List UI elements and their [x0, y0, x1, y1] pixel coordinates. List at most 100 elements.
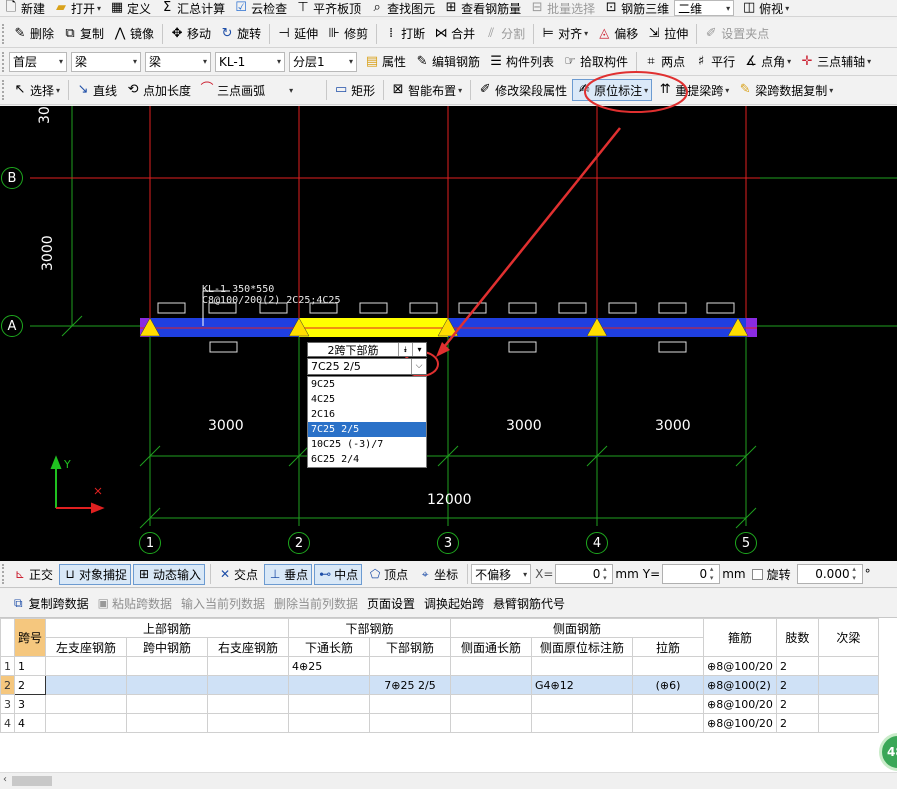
point-angle-button[interactable]: ∡ 点角 ▾ [740, 51, 794, 73]
view-combo[interactable]: 二维 ▾ [674, 0, 735, 16]
label-box[interactable] [558, 302, 587, 314]
align-button[interactable]: ⊨ 对齐 ▾ [537, 23, 591, 45]
member-list-button[interactable]: ☰ 构件列表 [485, 51, 557, 73]
new-button[interactable]: 🗋 新建 [0, 0, 48, 16]
rebar-option[interactable]: 2C16 [308, 407, 426, 422]
label-box[interactable] [359, 302, 388, 314]
spin-icon[interactable]: ▴ ▾ [850, 565, 859, 583]
layer-select[interactable]: 分层1 ▾ [289, 51, 357, 72]
label-box[interactable] [658, 302, 687, 314]
label-box[interactable] [608, 302, 637, 314]
rotate-button[interactable]: ↻ 旋转 [216, 23, 264, 45]
table-row[interactable]: 3 3 ⊕8@100/20 2 [0, 694, 879, 714]
snap-intersect[interactable]: ✕ 交点 [214, 564, 262, 585]
paste-span-data-button[interactable]: 粘贴跨数据 [112, 595, 172, 612]
batch-select-button[interactable]: ⊟ 批量选择 [526, 0, 598, 16]
x-offset-input[interactable]: 0 ▴ ▾ [555, 564, 614, 584]
parallel-button[interactable]: ♯ 平行 [690, 51, 738, 73]
table-row[interactable]: 1 1 4⊕25 ⊕8@100/20 2 [0, 656, 879, 676]
osnap-toggle[interactable]: ⊔ 对象捕捉 [59, 563, 132, 585]
spin-icon[interactable]: ▴ ▾ [600, 565, 609, 583]
copy-span-data-button[interactable]: 复制跨数据 [29, 595, 89, 612]
rebar-option[interactable]: 10C25 (-3)/7 [308, 437, 426, 452]
define-button[interactable]: ▦ 定义 [106, 0, 154, 16]
label-box[interactable] [658, 341, 687, 353]
spin-icon[interactable]: ▴ ▾ [707, 565, 716, 583]
label-box[interactable] [409, 302, 438, 314]
double-chevron-down-icon[interactable]: ⯯ [398, 343, 412, 356]
rebar-value-combo[interactable]: 7C25 2/5 ⌵ [307, 358, 427, 375]
line-button[interactable]: ↘ 直线 [72, 79, 120, 101]
dropdown-arrow-icon[interactable]: ⌵ [411, 359, 426, 374]
type-select[interactable]: 梁 ▾ [145, 51, 211, 72]
label-box[interactable] [209, 341, 238, 353]
rotate-checkbox[interactable] [751, 568, 763, 580]
mirror-button[interactable]: ⋀ 镜像 [109, 23, 157, 45]
ortho-toggle[interactable]: ⊾ 正交 [9, 564, 57, 585]
label-box[interactable] [508, 341, 537, 353]
trim-button[interactable]: ⊪ 修剪 [323, 23, 371, 45]
rect-button[interactable]: ▭ 矩形 [330, 79, 378, 101]
break-button[interactable]: ⁞ 打断 [380, 23, 428, 45]
three-point-axis-button[interactable]: ✛ 三点辅轴 ▾ [796, 51, 874, 73]
copy-span-data-button[interactable]: ✎ 梁跨数据复制 ▾ [734, 79, 836, 101]
member-select[interactable]: KL-1 ▾ [215, 51, 285, 72]
y-offset-input[interactable]: 0 ▴ ▾ [662, 564, 721, 584]
view-mode-button[interactable]: ◫ 俯视 ▾ [738, 0, 792, 16]
swap-start-span-button[interactable]: 调换起始跨 [424, 595, 484, 612]
delete-button[interactable]: ✎ 删除 [9, 23, 57, 45]
scrollbar-thumb[interactable] [12, 776, 52, 786]
table-row[interactable]: 4 4 ⊕8@100/20 2 [0, 713, 879, 733]
edit-rebar-button[interactable]: ✎ 编辑钢筋 [411, 51, 483, 73]
chevron-down-icon[interactable]: ▾ [412, 343, 426, 356]
toolbar-grip[interactable] [2, 80, 6, 100]
merge-button[interactable]: ⋈ 合并 [430, 23, 478, 45]
offset-mode-select[interactable]: 不偏移 ▾ [471, 564, 532, 584]
select-button[interactable]: ↖ 选择 ▾ [9, 79, 63, 101]
snap-midpoint[interactable]: ⊷ 中点 [314, 563, 363, 585]
cloud-check-button[interactable]: ☑ 云检查 [230, 0, 290, 16]
floor-select[interactable]: 首层 ▾ [9, 51, 67, 72]
label-box[interactable] [706, 302, 735, 314]
point-extend-button[interactable]: ⟲ 点加长度 [122, 79, 194, 101]
snap-perpendicular[interactable]: ⊥ 垂点 [264, 563, 313, 585]
modify-span-button[interactable]: ✐ 修改梁段属性 [474, 79, 570, 101]
stretch-button[interactable]: ⇲ 拉伸 [643, 23, 691, 45]
rotate-input[interactable]: 0.000 ▴ ▾ [796, 564, 863, 584]
smart-layout-button[interactable]: ⊠ 智能布置 ▾ [387, 79, 465, 101]
dynamic-input-toggle[interactable]: ⊞ 动态输入 [133, 563, 206, 585]
rebar-option[interactable]: 9C25 [308, 377, 426, 392]
move-button[interactable]: ✥ 移动 [166, 23, 214, 45]
span-no-header[interactable]: 跨号 [13, 618, 47, 657]
toolbar-grip[interactable] [2, 564, 6, 584]
label-box[interactable] [508, 302, 537, 314]
category-select[interactable]: 梁 ▾ [71, 51, 141, 72]
grip-point-button[interactable]: ✐ 设置夹点 [700, 23, 772, 45]
table-row-selected[interactable]: 2 2 7⊕25 2/5 G4⊕12 (⊕6) ⊕8@100(2) 2 [0, 675, 879, 695]
page-setup-button[interactable]: 页面设置 [367, 595, 415, 612]
rebar-option[interactable]: 6C25 2/4 [308, 452, 426, 467]
rebar-option-selected[interactable]: 7C25 2/5 [308, 422, 426, 437]
open-button[interactable]: ▰ 打开 ▾ [50, 0, 104, 16]
arc-button[interactable]: ⌒ 三点画弧 ▾ [196, 79, 296, 101]
input-column-data-button[interactable]: 输入当前列数据 [181, 595, 265, 612]
offset-button[interactable]: ◬ 偏移 [593, 23, 641, 45]
snap-vertex[interactable]: ⬠ 顶点 [364, 564, 412, 585]
flush-button[interactable]: ⊤ 平齐板顶 [292, 0, 364, 16]
sum-button[interactable]: Σ 汇总计算 [156, 0, 228, 16]
extend-button[interactable]: ⊣ 延伸 [273, 23, 321, 45]
horizontal-scrollbar[interactable]: ‹ [0, 772, 897, 789]
toolbar-grip[interactable] [2, 51, 6, 72]
view-rebar-button[interactable]: ⊞ 查看钢筋量 [440, 0, 524, 16]
rebar-type-combo[interactable]: 2跨下部筋 ⯯ ▾ [307, 342, 427, 357]
delete-column-data-button[interactable]: 删除当前列数据 [274, 595, 358, 612]
toolbar-grip[interactable] [2, 23, 6, 44]
cantilever-code-button[interactable]: 悬臂钢筋代号 [493, 595, 565, 612]
drawing-canvas[interactable]: B A 1 2 3 4 5 30 3000 3000 3000 3000 120… [0, 106, 897, 561]
label-box[interactable] [157, 302, 186, 314]
split-button[interactable]: ⫽ 分割 [480, 23, 528, 45]
find-button[interactable]: ⌕ 查找图元 [366, 0, 438, 16]
rebar-3d-button[interactable]: ⊡ 钢筋三维 [600, 0, 672, 16]
property-button[interactable]: ▤ 属性 [361, 51, 409, 73]
snap-coordinate[interactable]: ⌖ 坐标 [414, 564, 462, 585]
